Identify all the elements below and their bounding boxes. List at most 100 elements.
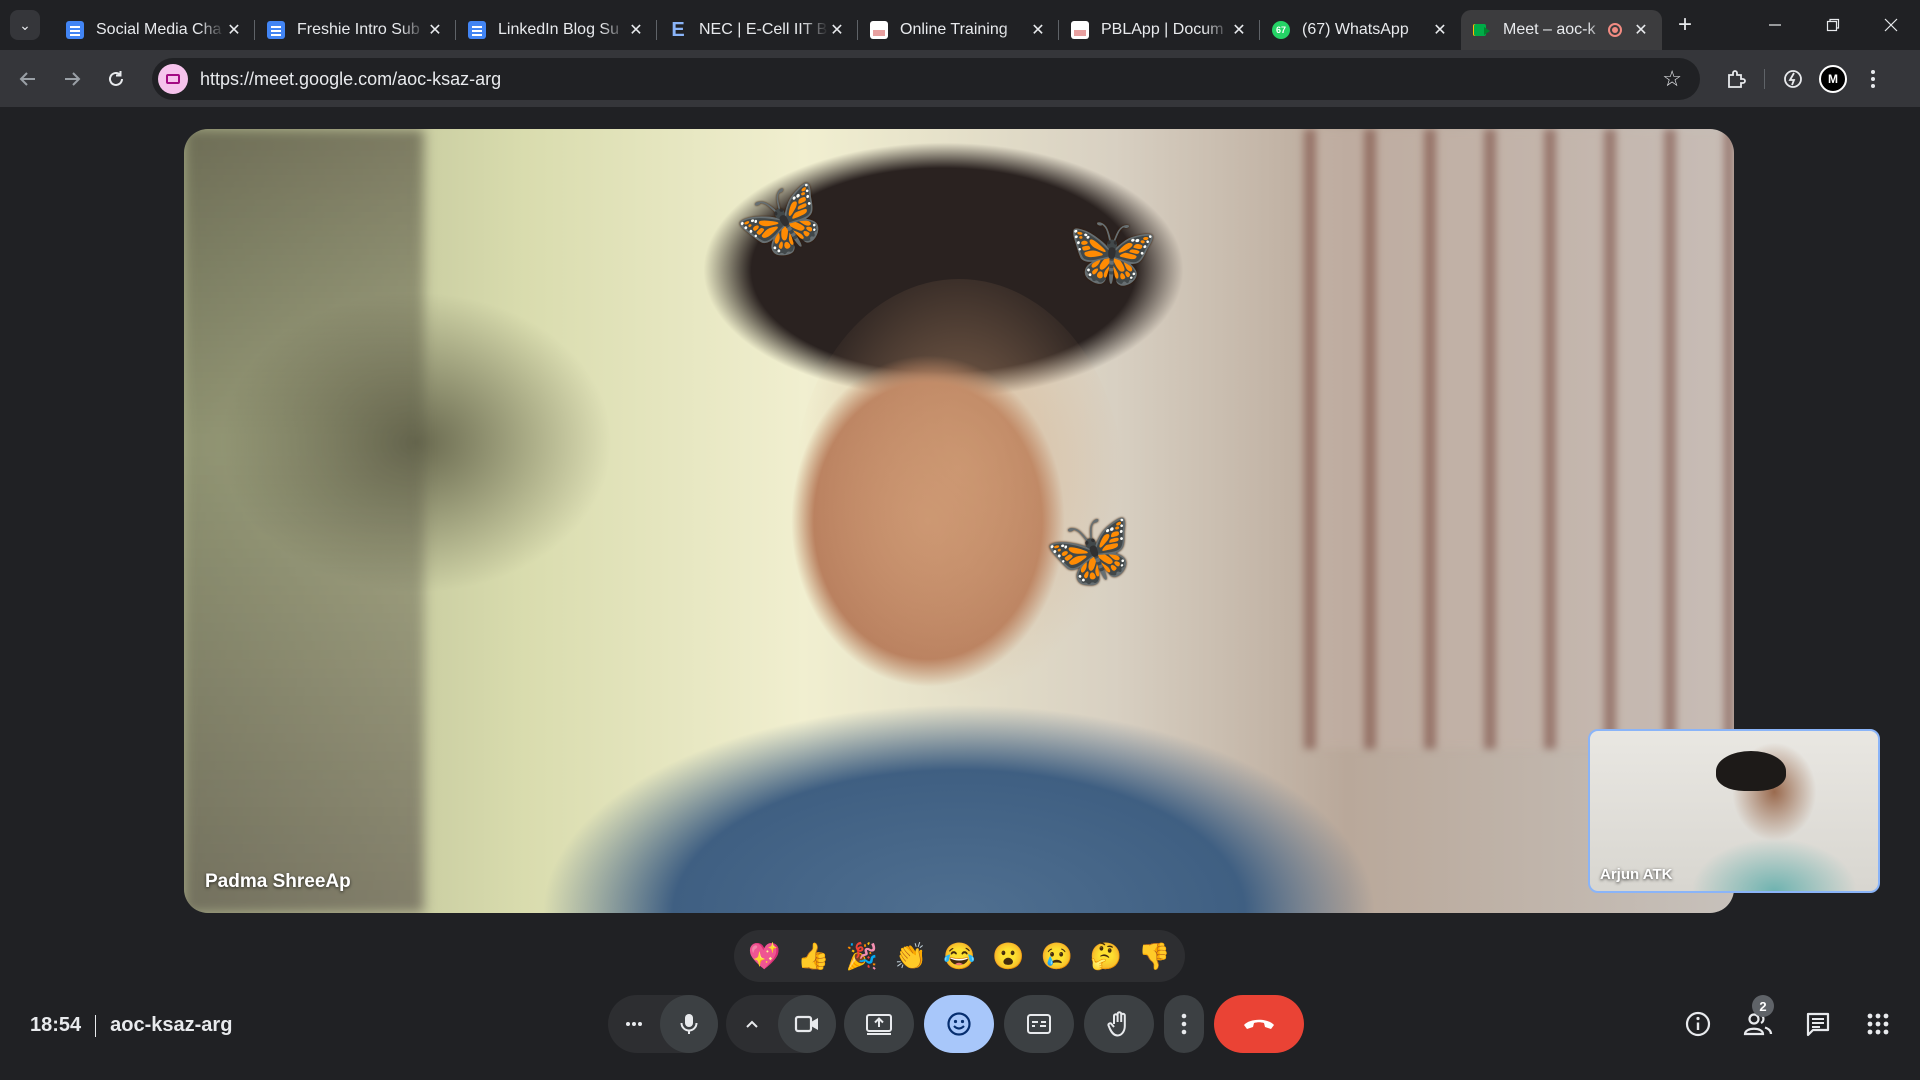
reload-button[interactable] (94, 59, 138, 99)
arrow-left-icon (19, 71, 35, 86)
site-info-button[interactable] (158, 64, 188, 94)
more-vert-icon (1181, 1013, 1187, 1035)
window-controls (1746, 0, 1920, 50)
divider (95, 1014, 97, 1037)
close-icon (1884, 18, 1898, 32)
close-icon[interactable]: ✕ (225, 20, 243, 40)
video-background-shelf (184, 129, 424, 913)
video-camera-icon (794, 1015, 818, 1033)
reaction-thumbs-up-button[interactable]: 👍 (791, 941, 835, 972)
tab-title: Freshie Intro Sub (297, 21, 420, 38)
whatsapp-badge: 67 (1275, 25, 1286, 35)
leave-call-button[interactable] (1214, 995, 1304, 1053)
apps-grid-icon (1867, 1013, 1889, 1035)
tab-title: PBLApp | Docum (1101, 21, 1224, 38)
reaction-surprised-button[interactable]: 😮 (986, 941, 1030, 972)
tab-online-training[interactable]: Online Training ✕ (858, 10, 1059, 50)
close-icon[interactable]: ✕ (1230, 20, 1248, 40)
video-background-cabinet (1304, 129, 1734, 749)
extensions-button[interactable] (1716, 59, 1756, 99)
more-vert-icon (1871, 70, 1875, 88)
reactions-bar: 💖 👍 🎉 👏 😂 😮 😢 🤔 👎 (734, 930, 1185, 982)
reaction-clap-button[interactable]: 👏 (889, 941, 933, 972)
raise-hand-button[interactable] (1084, 995, 1154, 1053)
profile-button[interactable]: M (1813, 59, 1853, 99)
end-call-icon (1244, 1019, 1274, 1029)
audio-options-button[interactable] (608, 995, 660, 1053)
main-video-tile[interactable]: 🦋 🦋 🦋 Padma ShreeAp (184, 129, 1734, 913)
meeting-details-button[interactable] (1668, 999, 1728, 1049)
people-button[interactable]: 2 (1728, 995, 1788, 1049)
captions-icon (1027, 1014, 1051, 1034)
self-view-tile[interactable]: Arjun ATK (1588, 729, 1880, 893)
tab-title: NEC | E-Cell IIT B (699, 21, 828, 38)
audio-control-group (608, 995, 718, 1053)
reaction-heart-button[interactable]: 💖 (742, 941, 786, 972)
minimize-button[interactable] (1746, 0, 1804, 50)
google-meet-icon (1473, 21, 1491, 39)
reaction-thumbs-down-button[interactable]: 👎 (1133, 941, 1177, 972)
forward-button[interactable] (50, 59, 94, 99)
close-icon[interactable]: ✕ (1431, 20, 1449, 40)
close-icon[interactable]: ✕ (1029, 20, 1047, 40)
butterfly-effect-icon: 🦋 (725, 169, 837, 275)
chat-button[interactable] (1788, 999, 1848, 1049)
close-icon[interactable]: ✕ (426, 20, 444, 40)
recording-icon (1608, 23, 1622, 37)
camera-button[interactable] (778, 995, 836, 1053)
microphone-button[interactable] (660, 995, 718, 1053)
browser-menu-button[interactable] (1853, 59, 1893, 99)
tab-list: Social Media Cha ✕ Freshie Intro Sub ✕ L… (54, 0, 1662, 50)
participant-name: Padma ShreeAp (205, 871, 351, 892)
tab-nec-ecell[interactable]: E NEC | E-Cell IIT B ✕ (657, 10, 858, 50)
google-docs-icon (267, 21, 285, 39)
reaction-thinking-button[interactable]: 🤔 (1084, 941, 1128, 972)
bookmark-star-icon[interactable]: ☆ (1662, 66, 1682, 92)
e-cell-icon: E (671, 18, 685, 41)
close-window-button[interactable] (1862, 0, 1920, 50)
video-camera-icon (166, 74, 180, 84)
reaction-party-button[interactable]: 🎉 (840, 941, 884, 972)
tab-title: Social Media Cha (96, 21, 222, 38)
tab-meet[interactable]: Meet – aoc-k ✕ (1461, 10, 1662, 50)
back-button[interactable] (6, 59, 50, 99)
tab-search-button[interactable]: ⌄ (10, 10, 40, 40)
tab-title: Meet – aoc-k (1503, 21, 1596, 38)
restore-button[interactable] (1804, 0, 1862, 50)
captions-button[interactable] (1004, 995, 1074, 1053)
address-bar[interactable]: https://meet.google.com/aoc-ksaz-arg ☆ (152, 58, 1700, 100)
close-icon[interactable]: ✕ (627, 20, 645, 40)
microphone-icon (680, 1014, 698, 1034)
tab-title: (67) WhatsApp (1302, 21, 1409, 38)
side-panel-controls: 2 (1668, 995, 1908, 1049)
more-options-button[interactable] (1164, 995, 1204, 1053)
performance-button[interactable] (1773, 59, 1813, 99)
toolbar-divider (1764, 69, 1765, 89)
tab-whatsapp[interactable]: 67 (67) WhatsApp ✕ (1260, 10, 1461, 50)
reaction-sad-button[interactable]: 😢 (1035, 941, 1079, 972)
raise-hand-icon (1107, 1011, 1126, 1037)
toolbar-actions: M (1716, 59, 1893, 99)
activities-button[interactable] (1848, 999, 1908, 1049)
butterfly-effect-icon: 🦋 (1039, 504, 1143, 600)
tab-pblapp[interactable]: PBLApp | Docum ✕ (1059, 10, 1260, 50)
tab-linkedin-blog[interactable]: LinkedIn Blog Su ✕ (456, 10, 657, 50)
browser-toolbar: https://meet.google.com/aoc-ksaz-arg ☆ M (0, 50, 1920, 108)
url-text[interactable]: https://meet.google.com/aoc-ksaz-arg (200, 69, 501, 90)
google-docs-icon (66, 21, 84, 39)
tab-social-media[interactable]: Social Media Cha ✕ (54, 10, 255, 50)
present-screen-button[interactable] (844, 995, 914, 1053)
participant-count-badge: 2 (1752, 995, 1774, 1017)
video-options-button[interactable] (726, 995, 778, 1053)
butterfly-effect-icon: 🦋 (1055, 201, 1163, 303)
reaction-laugh-button[interactable]: 😂 (937, 941, 981, 972)
meeting-time: 18:54 (30, 1014, 82, 1036)
participant-name: Arjun ATK (1600, 866, 1673, 883)
new-tab-button[interactable]: + (1670, 10, 1700, 40)
close-icon[interactable]: ✕ (1632, 20, 1650, 40)
video-control-group (726, 995, 836, 1053)
reactions-button[interactable] (924, 995, 994, 1053)
info-icon (1685, 1011, 1711, 1037)
tab-freshie-intro[interactable]: Freshie Intro Sub ✕ (255, 10, 456, 50)
close-icon[interactable]: ✕ (828, 20, 846, 40)
